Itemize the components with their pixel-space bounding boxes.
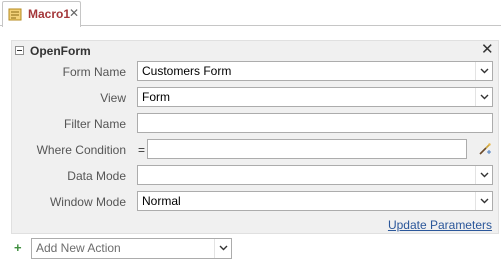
window-mode-label: Window Mode <box>49 195 126 209</box>
where-condition-field[interactable] <box>147 139 467 159</box>
close-tab-icon[interactable]: ✕ <box>69 6 79 20</box>
tab-label: Macro1 <box>28 7 71 21</box>
data-mode-label: Data Mode <box>67 169 126 183</box>
document-tab-strip: Macro1 ✕ <box>0 0 501 27</box>
macro-designer: Macro1 ✕ OpenForm ✕ Form Name Customers … <box>0 0 501 266</box>
data-mode-dropdown-button[interactable] <box>475 166 492 184</box>
data-mode-field[interactable] <box>137 165 493 185</box>
chevron-down-icon <box>480 68 489 74</box>
window-mode-field[interactable]: Normal <box>137 191 493 211</box>
where-condition-equals: = <box>138 143 146 157</box>
chevron-down-icon <box>480 198 489 204</box>
window-mode-dropdown-button[interactable] <box>475 192 492 210</box>
chevron-down-icon <box>480 94 489 100</box>
filter-name-label: Filter Name <box>63 117 126 131</box>
add-action-dropdown-button[interactable] <box>214 239 231 258</box>
form-name-value: Customers Form <box>142 64 232 78</box>
form-name-field[interactable]: Customers Form <box>137 61 493 81</box>
view-field[interactable]: Form <box>137 87 493 107</box>
collapse-minus-icon[interactable] <box>15 46 24 55</box>
chevron-down-icon <box>219 245 228 251</box>
add-new-action-dropdown[interactable]: Add New Action <box>31 238 232 259</box>
expression-builder-icon[interactable] <box>478 142 492 156</box>
delete-action-icon[interactable]: ✕ <box>481 40 494 58</box>
macro-icon <box>8 8 22 21</box>
view-dropdown-button[interactable] <box>475 88 492 106</box>
tab-macro1[interactable]: Macro1 ✕ <box>2 1 81 27</box>
chevron-down-icon <box>480 172 489 178</box>
view-label: View <box>100 91 126 105</box>
window-mode-value: Normal <box>142 194 181 208</box>
view-value: Form <box>142 90 170 104</box>
openform-action-block[interactable]: OpenForm ✕ Form Name Customers Form View… <box>11 40 499 234</box>
add-action-plus-icon: + <box>14 240 22 255</box>
form-name-label: Form Name <box>62 65 126 79</box>
add-new-action-placeholder: Add New Action <box>36 241 121 255</box>
action-name: OpenForm <box>30 44 91 58</box>
where-condition-label: Where Condition <box>36 143 126 157</box>
filter-name-field[interactable] <box>137 113 493 133</box>
update-parameters-link[interactable]: Update Parameters <box>388 218 492 232</box>
form-name-dropdown-button[interactable] <box>475 62 492 80</box>
